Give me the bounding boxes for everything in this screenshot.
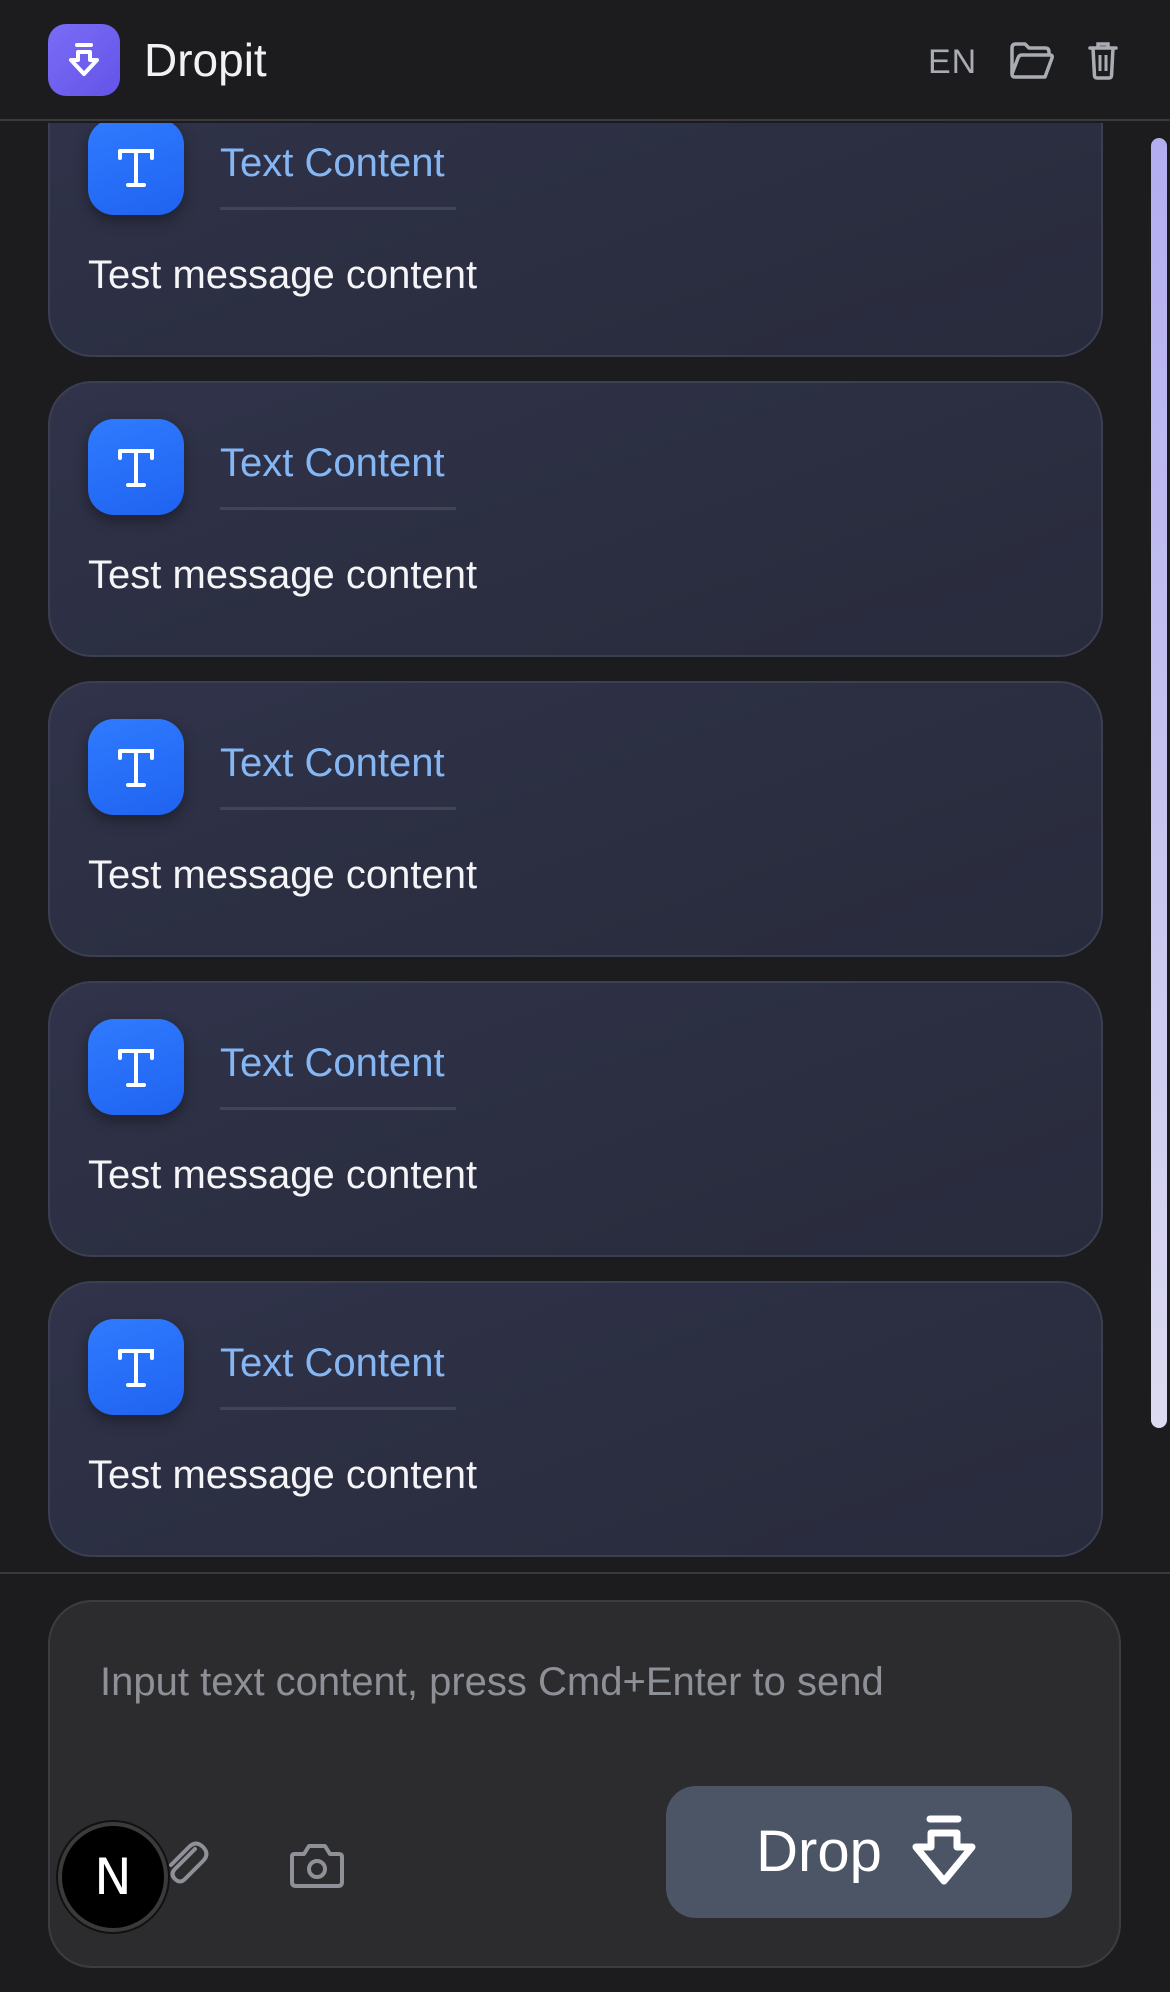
message-type-label: Text Content xyxy=(220,1041,445,1085)
message-text: Test message content xyxy=(88,1153,478,1197)
message-card[interactable]: Text Content Test message content xyxy=(48,381,1103,657)
type-underline xyxy=(220,507,456,510)
type-underline xyxy=(220,1407,456,1410)
message-type-label: Text Content xyxy=(220,441,445,485)
app-title: Dropit xyxy=(144,34,267,86)
list-scrollbar[interactable] xyxy=(1151,138,1167,1428)
drop-button[interactable]: Drop xyxy=(666,1786,1072,1918)
composer-divider xyxy=(0,1572,1170,1574)
app-header: Dropit EN xyxy=(0,0,1170,121)
drop-logo-icon xyxy=(48,24,120,96)
trash-icon[interactable] xyxy=(1088,38,1118,82)
dev-badge-letter: N xyxy=(94,1848,132,1906)
text-t-icon xyxy=(88,419,184,515)
text-t-icon xyxy=(88,1319,184,1415)
text-t-icon xyxy=(88,123,184,215)
message-input[interactable]: Input text content, press Cmd+Enter to s… xyxy=(100,1658,884,1706)
message-card[interactable]: Text Content Test message content xyxy=(48,681,1103,957)
message-card[interactable]: Text Content Test message content xyxy=(48,981,1103,1257)
message-text: Test message content xyxy=(88,853,478,897)
message-card[interactable]: Text Content Test message content xyxy=(48,1281,1103,1557)
message-text: Test message content xyxy=(88,553,478,597)
message-text: Test message content xyxy=(88,253,478,297)
message-card[interactable]: Text Content Test message content xyxy=(48,123,1103,357)
message-type-label: Text Content xyxy=(220,741,445,785)
dropit-app: Dropit EN Text Content Test message cont… xyxy=(0,0,1170,1992)
language-toggle[interactable]: EN xyxy=(928,40,977,84)
message-type-label: Text Content xyxy=(220,1341,445,1385)
folder-open-icon[interactable] xyxy=(1008,38,1056,82)
drop-arrow-icon xyxy=(912,1815,976,1885)
composer: Input text content, press Cmd+Enter to s… xyxy=(48,1600,1121,1968)
drop-button-label: Drop xyxy=(756,1819,882,1884)
type-underline xyxy=(220,807,456,810)
type-underline xyxy=(220,207,456,210)
type-underline xyxy=(220,1107,456,1110)
camera-icon[interactable] xyxy=(272,1820,362,1910)
text-t-icon xyxy=(88,1019,184,1115)
dev-badge[interactable]: N xyxy=(58,1822,168,1932)
message-list[interactable]: Text Content Test message content Text C… xyxy=(0,123,1170,1573)
message-type-label: Text Content xyxy=(220,141,445,185)
message-text: Test message content xyxy=(88,1453,478,1497)
text-t-icon xyxy=(88,719,184,815)
